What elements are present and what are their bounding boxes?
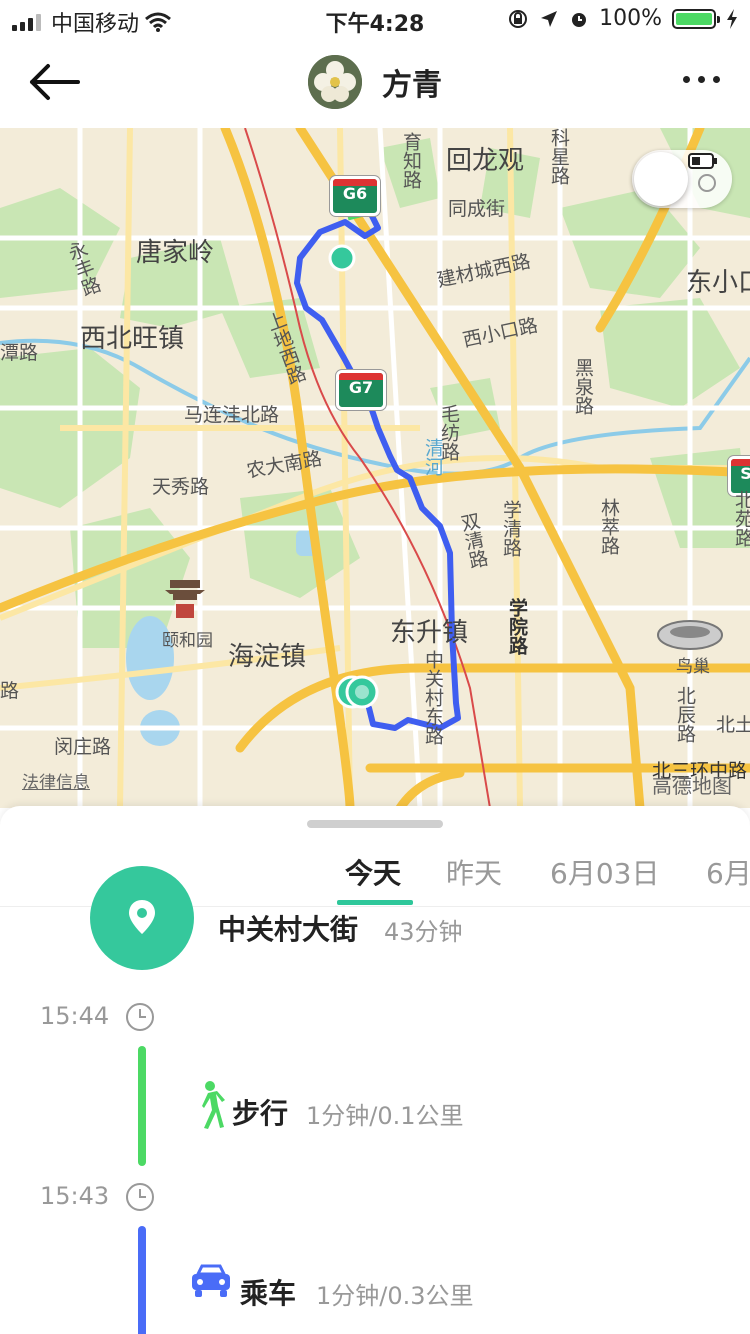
timeline-sheet[interactable]: 今天 昨天 6月03日 6月 中关村大街 43分钟 15:44 步行 1分钟/0… xyxy=(0,806,750,1334)
tab-today[interactable]: 今天 xyxy=(345,852,401,892)
more-dot-icon xyxy=(713,76,720,83)
car-icon xyxy=(192,1264,230,1297)
status-bar: 中国移动 下午4:28 100% xyxy=(0,0,750,40)
battery-small-icon xyxy=(688,153,717,169)
map-label: 同成街 xyxy=(448,198,506,220)
map-label: 学院路 xyxy=(506,598,528,655)
map-mode-toggle[interactable] xyxy=(632,150,732,208)
map-label: 路 xyxy=(0,680,20,702)
segment-time: 15:44 xyxy=(40,1002,110,1030)
rotation-lock-icon xyxy=(509,9,528,28)
map-label: 潭路 xyxy=(0,342,39,364)
map-label: 东小口 xyxy=(686,268,750,298)
flower-avatar-image xyxy=(308,55,362,109)
clock-icon xyxy=(126,1183,154,1211)
stop-marker xyxy=(90,866,194,970)
drive-segment-line xyxy=(138,1226,146,1334)
map-label: 颐和园 xyxy=(162,631,213,651)
map-label: 北土 xyxy=(716,714,750,736)
map-label: 北苑路 xyxy=(732,490,750,547)
more-dot-icon xyxy=(698,76,705,83)
g7-highway-shield: G7 xyxy=(336,370,386,410)
map-label: 闵庄路 xyxy=(54,736,112,758)
nav-bar: 方青 xyxy=(0,40,750,128)
clock-icon xyxy=(126,1003,154,1031)
map-label: 东升镇 xyxy=(390,618,469,648)
location-dot-icon xyxy=(698,174,716,192)
page-title: 方青 xyxy=(382,68,442,103)
map-label: 育知路 xyxy=(400,132,422,189)
walk-segment-line xyxy=(138,1046,146,1166)
map-label: 北辰路 xyxy=(674,686,696,743)
location-arrow-icon xyxy=(541,10,558,27)
segment-time: 15:43 xyxy=(40,1182,110,1210)
stop-place-name: 中关村大街 xyxy=(218,913,359,946)
segment-detail: 1分钟/0.3公里 xyxy=(316,1282,474,1310)
tab-june-03[interactable]: 6月03日 xyxy=(550,852,659,892)
map-label: 中关村东路 xyxy=(422,650,444,745)
map-label: 科星路 xyxy=(548,128,570,185)
segment-mode: 步行 xyxy=(232,1097,289,1130)
battery-percent: 100% xyxy=(599,6,662,31)
sheet-grabber[interactable] xyxy=(307,820,443,828)
map-label: 学清路 xyxy=(500,500,522,557)
map-label: 唐家岭 xyxy=(136,238,215,268)
map-provider-logo: 高德地图 xyxy=(652,774,732,798)
map-label: 海淀镇 xyxy=(228,642,307,672)
g6-highway-shield: G6 xyxy=(330,176,380,216)
map-label: 鸟巢 xyxy=(676,657,710,677)
segment-mode: 乘车 xyxy=(240,1277,297,1310)
map-label: 西北旺镇 xyxy=(80,324,185,354)
tab-yesterday[interactable]: 昨天 xyxy=(446,852,502,892)
map-canvas xyxy=(0,128,750,808)
legal-info-link[interactable]: 法律信息 xyxy=(22,768,90,793)
battery-icon xyxy=(672,8,720,29)
map-label: 马连洼北路 xyxy=(184,404,280,426)
segment-detail: 1分钟/0.1公里 xyxy=(306,1102,464,1130)
toggle-knob xyxy=(634,152,688,206)
alarm-icon xyxy=(572,12,587,27)
map-view[interactable]: G6 G7 S 回龙观 育知路 科星路 同成街 唐家岭 建材城西路 东小口 永丰… xyxy=(0,128,750,808)
tab-june[interactable]: 6月 xyxy=(706,852,750,892)
map-label: 黑泉路 xyxy=(572,358,594,415)
location-pin-icon xyxy=(129,900,155,934)
tab-indicator xyxy=(337,900,413,905)
map-label: 清河 xyxy=(422,438,444,476)
map-label: 回龙观 xyxy=(446,146,525,176)
map-label: 林萃路 xyxy=(598,498,620,555)
walk-icon xyxy=(202,1081,225,1129)
more-dot-icon xyxy=(683,76,690,83)
map-label: 天秀路 xyxy=(152,476,210,498)
charging-icon xyxy=(727,8,737,29)
bird-nest-icon xyxy=(657,620,723,650)
more-button[interactable] xyxy=(683,76,720,83)
stop-duration: 43分钟 xyxy=(384,918,463,946)
avatar[interactable] xyxy=(308,55,362,109)
